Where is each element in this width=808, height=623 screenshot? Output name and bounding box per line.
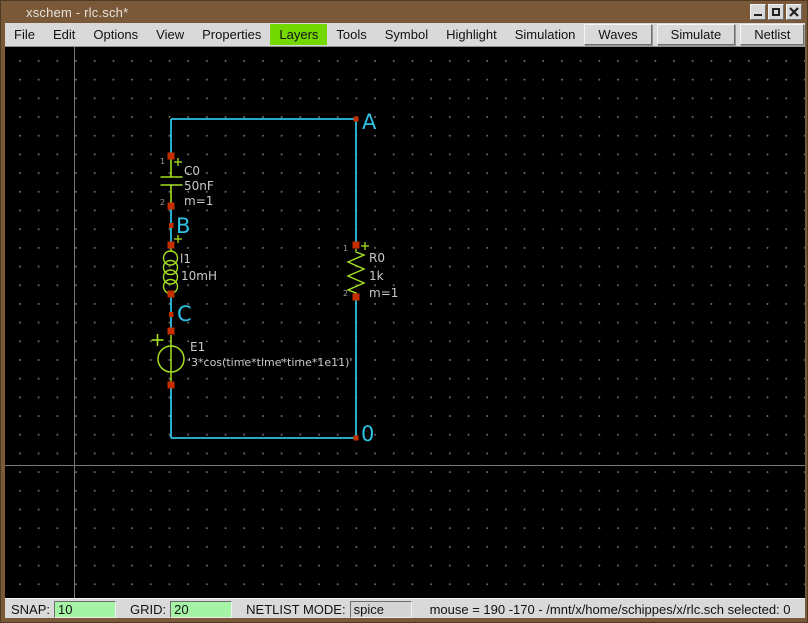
menu-properties[interactable]: Properties (193, 24, 270, 45)
label-a-attach (354, 117, 359, 122)
source-value: '3*cos(time*time*time*1e11)' (188, 356, 352, 369)
menu-highlight[interactable]: Highlight (437, 24, 506, 45)
resistor-mult: m=1 (369, 286, 398, 300)
menu-tools[interactable]: Tools (327, 24, 375, 45)
net-label-a[interactable]: A (362, 110, 377, 134)
resistor-body (348, 249, 364, 295)
plus-mark-icon (174, 158, 182, 166)
inductor-body (164, 248, 178, 294)
minimize-glyph (754, 14, 762, 16)
capacitor-pin2-number: 2 (160, 198, 165, 207)
circuit-drawing: 1 2 C0 50nF m=1 l1 (5, 47, 805, 598)
simulate-button[interactable]: Simulate (657, 24, 736, 45)
resistor-value: 1k (369, 269, 384, 283)
window-controls (750, 4, 802, 20)
minimize-icon[interactable] (750, 4, 766, 20)
resistor-ref: R0 (369, 251, 385, 265)
close-icon[interactable] (786, 4, 802, 20)
pin-cap-1 (168, 153, 175, 160)
pin-src-1 (168, 328, 175, 335)
capacitor-value: 50nF (184, 179, 214, 193)
waves-button[interactable]: Waves (584, 24, 651, 45)
pin-cap-2 (168, 203, 175, 210)
menu-symbol[interactable]: Symbol (376, 24, 437, 45)
netlist-mode-label: NETLIST MODE: (246, 602, 345, 617)
pin-ind-1 (168, 242, 175, 249)
resistor-pin1-number: 1 (343, 244, 348, 253)
source-symbol[interactable]: E1 '3*cos(time*time*time*1e11)' (152, 334, 353, 382)
snap-input[interactable] (54, 601, 116, 618)
source-body (158, 335, 184, 382)
close-glyph (789, 7, 799, 17)
maximize-glyph (772, 8, 780, 16)
net-label-c[interactable]: C (177, 302, 192, 326)
menu-layers[interactable]: Layers (270, 24, 327, 45)
label-b-attach (169, 223, 174, 228)
window-title: xschem - rlc.sch* (1, 5, 128, 20)
menu-bar: File Edit Options View Properties Layers… (5, 23, 805, 47)
resistor-pin2-number: 2 (343, 289, 348, 298)
capacitor-ref: C0 (184, 164, 200, 178)
netlist-button[interactable]: Netlist (740, 24, 804, 45)
menu-edit[interactable]: Edit (44, 24, 84, 45)
capacitor-symbol[interactable]: 1 2 C0 50nF m=1 (160, 157, 214, 208)
inductor-value: 10mH (181, 269, 217, 283)
pin-res-2 (353, 294, 360, 301)
maximize-icon[interactable] (768, 4, 784, 20)
resistor-symbol[interactable]: 1 2 R0 1k m=1 (343, 242, 398, 300)
net-label-gnd[interactable]: 0 (361, 422, 374, 446)
xschem-window: xschem - rlc.sch* File Edit Options View… (0, 0, 808, 623)
window-frame-bottom (1, 618, 807, 622)
source-ref: E1 (190, 340, 205, 354)
inductor-ref: l1 (180, 252, 191, 266)
title-bar: xschem - rlc.sch* (1, 1, 807, 23)
mouse-status-text: mouse = 190 -170 - /mnt/x/home/schippes/… (430, 602, 791, 617)
grid-input[interactable] (170, 601, 232, 618)
label-0-attach (354, 436, 359, 441)
netlist-mode-input[interactable] (350, 601, 412, 618)
menu-file[interactable]: File (5, 24, 44, 45)
pin-src-2 (168, 382, 175, 389)
pin-res-1 (353, 242, 360, 249)
plus-mark-icon (152, 334, 164, 346)
menu-simulation[interactable]: Simulation (506, 24, 585, 45)
capacitor-pin1-number: 1 (160, 157, 165, 166)
status-bar: SNAP: GRID: NETLIST MODE: mouse = 190 -1… (5, 598, 805, 620)
pin-ind-2 (168, 291, 175, 298)
schematic-canvas[interactable]: 1 2 C0 50nF m=1 l1 (5, 47, 805, 598)
snap-label: SNAP: (11, 602, 50, 617)
label-c-attach (169, 312, 174, 317)
capacitor-mult: m=1 (184, 194, 213, 208)
grid-label: GRID: (130, 602, 166, 617)
menu-view[interactable]: View (147, 24, 193, 45)
menu-options[interactable]: Options (84, 24, 147, 45)
net-label-b[interactable]: B (176, 214, 190, 238)
plus-mark-icon (361, 242, 369, 250)
